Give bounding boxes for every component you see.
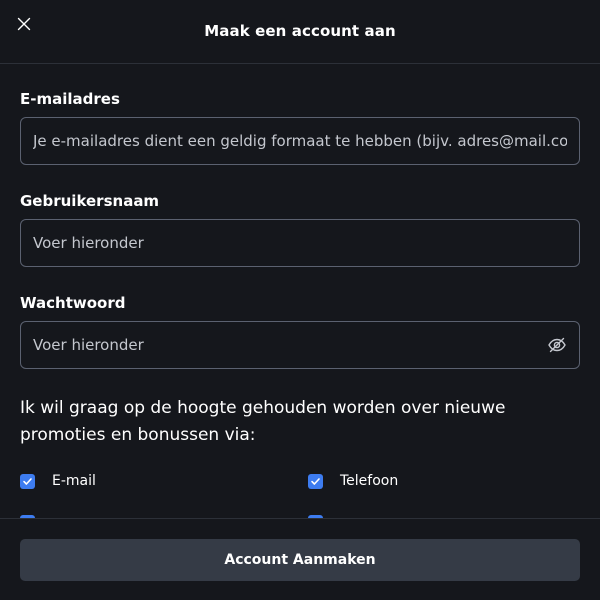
modal-header: Maak een account aan — [0, 0, 600, 64]
promo-option-email[interactable]: E-mail — [20, 473, 96, 489]
checkmark-icon — [23, 477, 32, 485]
create-account-button[interactable]: Account Aanmaken — [20, 539, 580, 581]
username-label: Gebruikersnaam — [20, 192, 160, 210]
checkbox-phone[interactable] — [308, 473, 323, 489]
signup-modal: Maak een account aan E-mailadres Gebruik… — [0, 0, 600, 600]
email-input[interactable] — [21, 118, 579, 164]
promo-option-phone[interactable]: Telefoon — [308, 473, 398, 489]
username-field-box — [20, 219, 580, 267]
modal-footer: Account Aanmaken — [0, 518, 600, 600]
password-label: Wachtwoord — [20, 294, 126, 312]
checkmark-icon — [311, 477, 320, 485]
modal-content[interactable]: E-mailadres Gebruikersnaam Wachtwoord Ik… — [0, 64, 600, 518]
eye-off-icon — [548, 337, 566, 353]
promo-option-label: E-mail — [52, 473, 96, 489]
username-input[interactable] — [21, 220, 579, 266]
toggle-password-visibility-button[interactable] — [535, 322, 579, 368]
promotions-text: Ik wil graag op de hoogte gehouden worde… — [20, 398, 506, 445]
password-field-box — [20, 321, 580, 369]
password-input[interactable] — [21, 322, 535, 368]
promo-option-label: Telefoon — [340, 473, 399, 489]
email-label: E-mailadres — [20, 90, 120, 108]
modal-title: Maak een account aan — [204, 22, 396, 40]
email-field-box — [20, 117, 580, 165]
checkbox-email[interactable] — [20, 473, 35, 489]
